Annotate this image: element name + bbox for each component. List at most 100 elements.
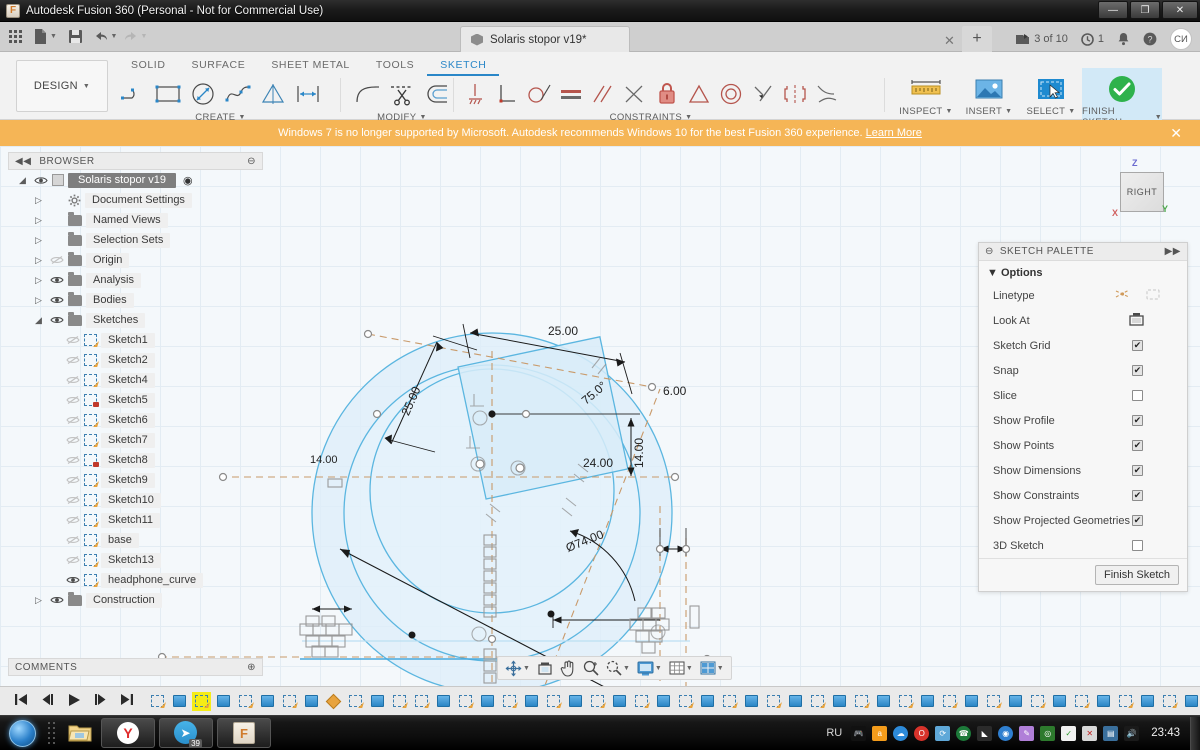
timeline-feature-sketch[interactable] xyxy=(632,692,651,711)
timeline-feature-sketch[interactable] xyxy=(984,692,1003,711)
visibility-eye-off-icon[interactable] xyxy=(65,554,80,567)
taskbar-app-fusion360[interactable]: F xyxy=(217,718,271,748)
taskbar-app-telegram[interactable]: ➤ 39 xyxy=(159,718,213,748)
zoom-window-icon[interactable]: ▼ xyxy=(603,660,633,676)
equal-icon[interactable] xyxy=(556,77,586,111)
document-tab-close-icon[interactable]: ✕ xyxy=(944,33,955,49)
visibility-eye-off-icon[interactable] xyxy=(65,434,80,447)
timeline-feature-extrude[interactable] xyxy=(1050,692,1069,711)
viewports-icon[interactable]: ▼ xyxy=(697,661,727,676)
look-at-icon[interactable] xyxy=(1128,312,1145,330)
expand-triangle-icon[interactable]: ◢ xyxy=(16,174,29,187)
checkbox[interactable]: ✔ xyxy=(1132,365,1143,376)
checkbox[interactable] xyxy=(1132,390,1143,401)
timeline-feature-extrude[interactable] xyxy=(478,692,497,711)
jobs-status[interactable]: 3 of 10 xyxy=(1015,33,1068,46)
timeline-feature-extrude[interactable] xyxy=(962,692,981,711)
visibility-eye-off-icon[interactable] xyxy=(65,474,80,487)
add-comment-icon[interactable]: ⊕ xyxy=(247,662,256,673)
timeline-feature-sketch[interactable] xyxy=(808,692,827,711)
visibility-eye-off-icon[interactable] xyxy=(65,514,80,527)
timeline-feature-sketch[interactable] xyxy=(544,692,563,711)
update-icon[interactable]: ⟳ xyxy=(935,725,951,741)
checkbox[interactable]: ✔ xyxy=(1132,440,1143,451)
banner-close-icon[interactable]: ✕ xyxy=(1170,125,1182,142)
checkbox[interactable]: ✔ xyxy=(1132,340,1143,351)
visibility-eye-off-icon[interactable] xyxy=(65,374,80,387)
onedrive-icon[interactable]: ☁ xyxy=(893,725,909,741)
horizontal-vertical-icon[interactable] xyxy=(748,77,778,111)
visibility-eye-icon[interactable] xyxy=(49,314,64,327)
timeline-feature-extrude[interactable] xyxy=(1094,692,1113,711)
browser-item-sketch7[interactable]: Sketch7 xyxy=(8,430,263,450)
browser-item-sketch8[interactable]: Sketch8 xyxy=(8,450,263,470)
show-desktop-button[interactable] xyxy=(1190,716,1200,750)
minus-circle-icon[interactable]: ⊖ xyxy=(247,156,256,167)
grid-snaps-icon[interactable]: ▼ xyxy=(666,661,696,676)
concentric-icon[interactable] xyxy=(716,77,746,111)
user-avatar[interactable]: СИ xyxy=(1170,28,1192,50)
tray-language-label[interactable]: RU xyxy=(826,727,842,739)
collapsed-triangle-icon[interactable]: ▷ xyxy=(32,234,45,247)
dimension-label[interactable]: 24.00 xyxy=(583,456,613,470)
browser-item-sketch13[interactable]: Sketch13 xyxy=(8,550,263,570)
fix-icon[interactable] xyxy=(460,77,490,111)
spline-icon[interactable] xyxy=(223,77,253,111)
collapsed-triangle-icon[interactable]: ▷ xyxy=(32,274,45,287)
new-file-icon[interactable]: ▼ xyxy=(30,24,60,50)
dimension-label[interactable]: 25.00 xyxy=(548,324,578,338)
timeline-feature-extrude[interactable] xyxy=(874,692,893,711)
notifications-bell-icon[interactable] xyxy=(1117,32,1130,46)
timeline-feature-diamond[interactable] xyxy=(324,692,343,711)
centerline-icon[interactable] xyxy=(1145,288,1161,304)
checkbox[interactable]: ✔ xyxy=(1132,415,1143,426)
step-back-icon[interactable] xyxy=(40,693,55,709)
browser-item-bodies[interactable]: ▷ Bodies xyxy=(8,290,263,310)
shield-icon[interactable]: ◎ xyxy=(1040,725,1056,741)
visibility-eye-icon[interactable] xyxy=(49,234,64,247)
visibility-eye-icon[interactable] xyxy=(65,574,80,587)
browser-item-origin[interactable]: ▷ Origin xyxy=(8,250,263,270)
comments-panel-header[interactable]: COMMENTS ⊕ xyxy=(8,658,263,676)
timeline-feature-sketch[interactable] xyxy=(1028,692,1047,711)
lock-icon[interactable] xyxy=(652,77,682,111)
curvature-icon[interactable] xyxy=(812,77,842,111)
timeline-feature-sketch[interactable] xyxy=(1072,692,1091,711)
timeline-feature-sketch[interactable] xyxy=(764,692,783,711)
insert-button[interactable]: INSERT ▼ xyxy=(958,72,1020,117)
browser-item-sketch4[interactable]: Sketch4 xyxy=(8,370,263,390)
visibility-eye-icon[interactable] xyxy=(49,194,64,207)
options-section-title[interactable]: ▼ Options xyxy=(979,261,1187,283)
construction-line-icon[interactable] xyxy=(1115,288,1131,303)
browser-item-base[interactable]: base xyxy=(8,530,263,550)
collapsed-triangle-icon[interactable]: ▷ xyxy=(32,594,45,607)
browser-item-sketch1[interactable]: Sketch1 xyxy=(8,330,263,350)
browser-item-sketch9[interactable]: Sketch9 xyxy=(8,470,263,490)
browser-item-sketch2[interactable]: Sketch2 xyxy=(8,350,263,370)
browser-item-headphone-curve[interactable]: headphone_curve xyxy=(8,570,263,590)
midpoint-icon[interactable] xyxy=(684,77,714,111)
visibility-eye-icon[interactable] xyxy=(49,294,64,307)
timeline-feature-sketch[interactable] xyxy=(720,692,739,711)
orbit-icon[interactable]: ▼ xyxy=(502,660,533,677)
collapsed-triangle-icon[interactable]: ▷ xyxy=(32,194,45,207)
checkbox[interactable]: ✔ xyxy=(1132,465,1143,476)
error-icon[interactable]: ✕ xyxy=(1082,725,1098,741)
parallel-icon[interactable] xyxy=(588,77,618,111)
browser-item-construction[interactable]: ▷ Construction xyxy=(8,590,263,610)
browser-item-sketches[interactable]: ◢ Sketches xyxy=(8,310,263,330)
taskbar-grip[interactable] xyxy=(48,722,57,744)
timeline-feature-extrude[interactable] xyxy=(918,692,937,711)
circle-icon[interactable] xyxy=(188,77,218,111)
volume-icon[interactable]: 🔊 xyxy=(1124,725,1140,741)
undo-icon[interactable]: ▼ xyxy=(90,24,120,50)
visibility-eye-icon[interactable] xyxy=(49,594,64,607)
timeline-feature-extrude[interactable] xyxy=(566,692,585,711)
globe-icon[interactable]: ◉ xyxy=(998,725,1014,741)
visibility-eye-off-icon[interactable] xyxy=(65,534,80,547)
maximize-button[interactable]: ❐ xyxy=(1130,1,1160,19)
timeline-feature-extrude[interactable] xyxy=(214,692,233,711)
collapsed-triangle-icon[interactable]: ▷ xyxy=(32,254,45,267)
checkbox[interactable]: ✔ xyxy=(1132,490,1143,501)
collapsed-triangle-icon[interactable]: ▷ xyxy=(32,214,45,227)
